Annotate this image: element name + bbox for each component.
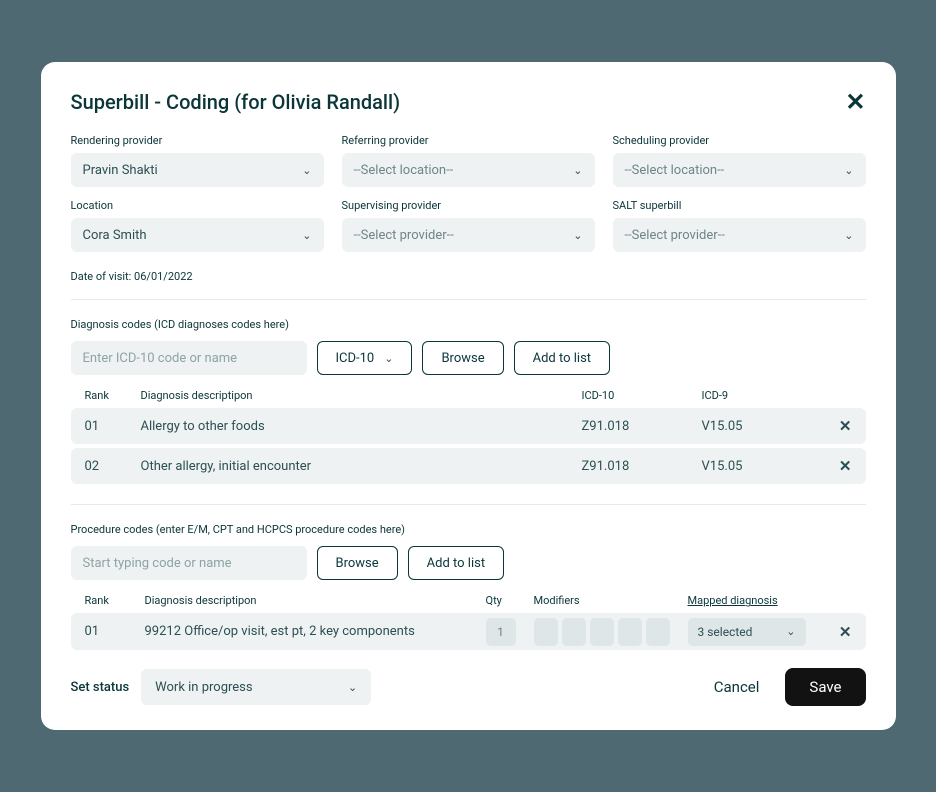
set-status-label: Set status [71,680,130,695]
modifier-input[interactable] [562,618,586,646]
col-rank: Rank [85,389,141,402]
referring-provider-label: Referring provider [342,134,595,147]
procedure-row: 01 99212 Office/op visit, est pt, 2 key … [71,613,866,650]
chevron-down-icon: ⌄ [573,164,582,177]
save-button[interactable]: Save [785,668,865,706]
col-icd9: ICD-9 [702,389,822,402]
col-desc: Diagnosis descriptipon [141,389,582,402]
status-select[interactable]: Work in progress⌄ [141,669,371,705]
col-qty: Qty [486,594,530,607]
mapped-diagnosis-select[interactable]: 3 selected⌄ [688,618,806,646]
chevron-down-icon: ⌄ [302,164,311,177]
superbill-modal: ✕ Superbill - Coding (for Olivia Randall… [41,62,896,730]
qty-input[interactable]: 1 [486,618,516,646]
divider [71,504,866,505]
col-icd10: ICD-10 [582,389,702,402]
col-rank: Rank [85,594,141,607]
referring-provider-select[interactable]: --Select location--⌄ [342,153,595,187]
chevron-down-icon: ⌄ [573,229,582,242]
modifiers-group [534,618,684,646]
location-select[interactable]: Cora Smith⌄ [71,218,324,252]
procedure-add-button[interactable]: Add to list [408,546,504,580]
remove-diagnosis-icon[interactable]: ✕ [822,457,852,475]
remove-diagnosis-icon[interactable]: ✕ [822,417,852,435]
chevron-down-icon: ⌄ [302,229,311,242]
supervising-provider-select[interactable]: --Select provider--⌄ [342,218,595,252]
col-desc: Diagnosis descriptipon [145,594,482,607]
modifier-input[interactable] [646,618,670,646]
date-of-visit: Date of visit: 06/01/2022 [71,270,866,283]
rendering-provider-select[interactable]: Pravin Shakti⌄ [71,153,324,187]
modifier-input[interactable] [590,618,614,646]
chevron-down-icon: ⌄ [844,229,853,242]
remove-procedure-icon[interactable]: ✕ [822,623,852,641]
salt-superbill-select[interactable]: --Select provider--⌄ [613,218,866,252]
location-label: Location [71,199,324,212]
modifier-input[interactable] [534,618,558,646]
chevron-down-icon: ⌄ [348,681,357,694]
salt-superbill-label: SALT superbill [613,199,866,212]
diagnosis-row: 01 Allergy to other foods Z91.018 V15.05… [71,408,866,444]
cancel-button[interactable]: Cancel [700,678,774,696]
diagnosis-browse-button[interactable]: Browse [422,341,503,375]
scheduling-provider-select[interactable]: --Select location--⌄ [613,153,866,187]
procedure-browse-button[interactable]: Browse [317,546,398,580]
chevron-down-icon: ⌄ [844,164,853,177]
diagnosis-code-input[interactable] [71,341,307,375]
chevron-down-icon: ⌄ [384,352,393,365]
diagnosis-section-label: Diagnosis codes (ICD diagnoses codes her… [71,318,866,331]
close-icon[interactable]: ✕ [845,88,865,116]
diagnosis-row: 02 Other allergy, initial encounter Z91.… [71,448,866,484]
diagnosis-add-button[interactable]: Add to list [514,341,610,375]
icd-codeset-select[interactable]: ICD-10⌄ [317,341,413,375]
col-mapped[interactable]: Mapped diagnosis [688,594,818,607]
chevron-down-icon: ⌄ [786,625,795,638]
rendering-provider-label: Rendering provider [71,134,324,147]
modifier-input[interactable] [618,618,642,646]
procedure-code-input[interactable] [71,546,307,580]
col-modifiers: Modifiers [534,594,684,607]
scheduling-provider-label: Scheduling provider [613,134,866,147]
procedure-section-label: Procedure codes (enter E/M, CPT and HCPC… [71,523,866,536]
provider-grid: Rendering provider Pravin Shakti⌄ Referr… [71,134,866,252]
divider [71,299,866,300]
supervising-provider-label: Supervising provider [342,199,595,212]
modal-title: Superbill - Coding (for Olivia Randall) [71,90,866,114]
footer: Set status Work in progress⌄ Cancel Save [71,650,866,706]
